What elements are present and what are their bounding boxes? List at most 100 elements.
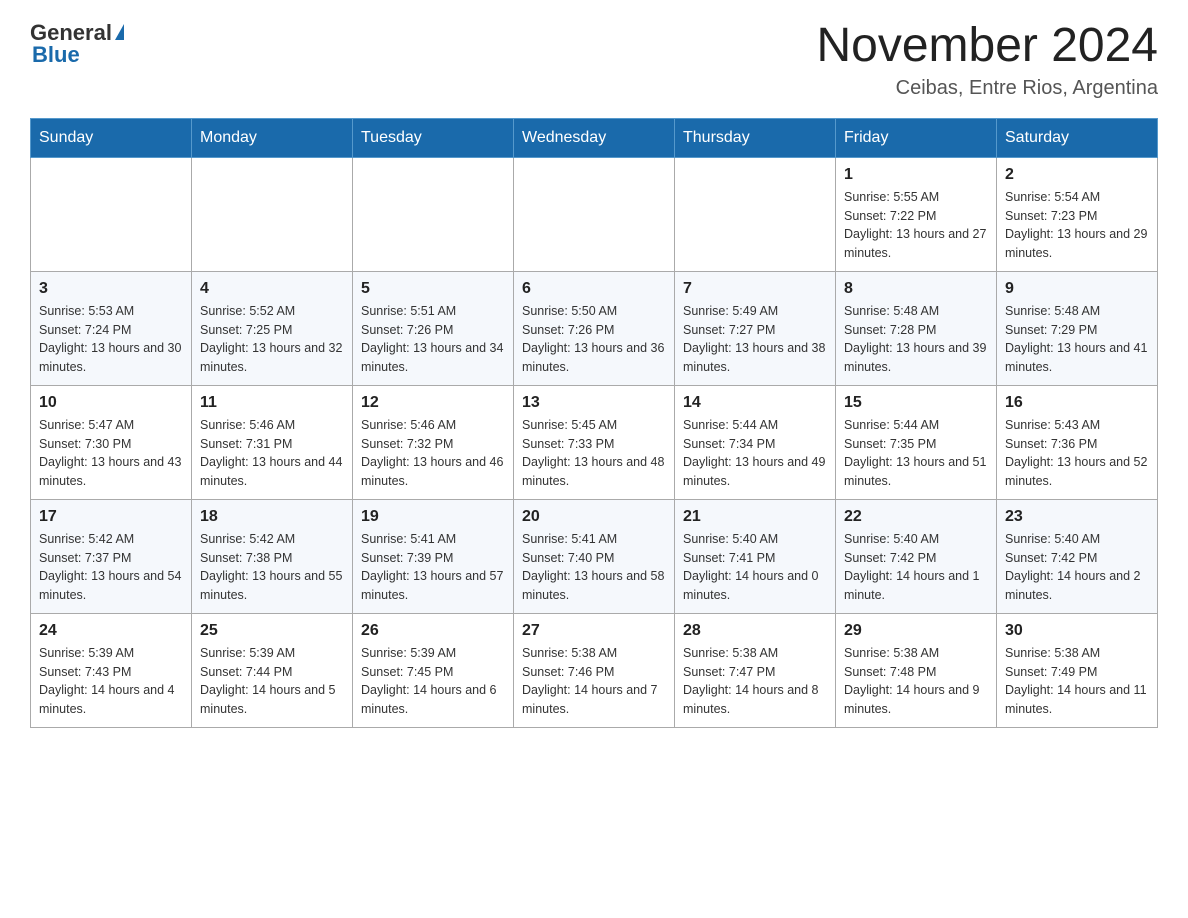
day-info: Sunrise: 5:42 AMSunset: 7:37 PMDaylight:… xyxy=(39,530,183,605)
day-info: Sunrise: 5:41 AMSunset: 7:39 PMDaylight:… xyxy=(361,530,505,605)
day-number: 8 xyxy=(844,280,988,298)
day-info: Sunrise: 5:51 AMSunset: 7:26 PMDaylight:… xyxy=(361,302,505,377)
day-number: 16 xyxy=(1005,394,1149,412)
calendar-cell xyxy=(514,157,675,271)
calendar-week-row: 24 Sunrise: 5:39 AMSunset: 7:43 PMDayligh… xyxy=(31,613,1158,727)
day-number: 22 xyxy=(844,508,988,526)
calendar-cell xyxy=(353,157,514,271)
day-number: 23 xyxy=(1005,508,1149,526)
day-info: Sunrise: 5:40 AMSunset: 7:41 PMDaylight:… xyxy=(683,530,827,605)
location-title: Ceibas, Entre Rios, Argentina xyxy=(816,77,1158,100)
day-number: 12 xyxy=(361,394,505,412)
day-info: Sunrise: 5:40 AMSunset: 7:42 PMDaylight:… xyxy=(1005,530,1149,605)
day-number: 27 xyxy=(522,622,666,640)
calendar-cell: 14 Sunrise: 5:44 AMSunset: 7:34 PMDayligh… xyxy=(675,385,836,499)
calendar-cell: 13Sunrise: 5:45 AMSunset: 7:33 PMDayligh… xyxy=(514,385,675,499)
day-number: 30 xyxy=(1005,622,1149,640)
day-number: 9 xyxy=(1005,280,1149,298)
weekday-header-saturday: Saturday xyxy=(997,118,1158,157)
calendar-cell: 18Sunrise: 5:42 AMSunset: 7:38 PMDayligh… xyxy=(192,499,353,613)
day-info: Sunrise: 5:48 AMSunset: 7:28 PMDaylight:… xyxy=(844,302,988,377)
weekday-header-monday: Monday xyxy=(192,118,353,157)
day-number: 6 xyxy=(522,280,666,298)
logo-blue: Blue xyxy=(32,42,80,68)
weekday-header-sunday: Sunday xyxy=(31,118,192,157)
calendar-cell: 1 Sunrise: 5:55 AMSunset: 7:22 PMDaylight… xyxy=(836,157,997,271)
day-info: Sunrise: 5:52 AMSunset: 7:25 PMDaylight:… xyxy=(200,302,344,377)
calendar-cell: 22 Sunrise: 5:40 AMSunset: 7:42 PMDayligh… xyxy=(836,499,997,613)
day-info: Sunrise: 5:38 AMSunset: 7:46 PMDaylight:… xyxy=(522,644,666,719)
calendar-week-row: 3Sunrise: 5:53 AMSunset: 7:24 PMDaylight… xyxy=(31,271,1158,385)
calendar-cell: 28 Sunrise: 5:38 AMSunset: 7:47 PMDayligh… xyxy=(675,613,836,727)
day-number: 24 xyxy=(39,622,183,640)
day-info: Sunrise: 5:48 AMSunset: 7:29 PMDaylight:… xyxy=(1005,302,1149,377)
day-info: Sunrise: 5:44 AMSunset: 7:34 PMDaylight:… xyxy=(683,416,827,491)
day-number: 19 xyxy=(361,508,505,526)
calendar-header-row: SundayMondayTuesdayWednesdayThursdayFrid… xyxy=(31,118,1158,157)
calendar-week-row: 1 Sunrise: 5:55 AMSunset: 7:22 PMDaylight… xyxy=(31,157,1158,271)
calendar-cell: 5Sunrise: 5:51 AMSunset: 7:26 PMDaylight… xyxy=(353,271,514,385)
calendar-cell: 6Sunrise: 5:50 AMSunset: 7:26 PMDaylight… xyxy=(514,271,675,385)
day-info: Sunrise: 5:46 AMSunset: 7:32 PMDaylight:… xyxy=(361,416,505,491)
calendar-cell: 19 Sunrise: 5:41 AMSunset: 7:39 PMDayligh… xyxy=(353,499,514,613)
calendar-cell: 8 Sunrise: 5:48 AMSunset: 7:28 PMDaylight… xyxy=(836,271,997,385)
day-info: Sunrise: 5:55 AMSunset: 7:22 PMDaylight:… xyxy=(844,188,988,263)
day-number: 26 xyxy=(361,622,505,640)
day-number: 17 xyxy=(39,508,183,526)
day-info: Sunrise: 5:53 AMSunset: 7:24 PMDaylight:… xyxy=(39,302,183,377)
day-info: Sunrise: 5:39 AMSunset: 7:44 PMDaylight:… xyxy=(200,644,344,719)
calendar-week-row: 10 Sunrise: 5:47 AMSunset: 7:30 PMDayligh… xyxy=(31,385,1158,499)
calendar-cell: 15Sunrise: 5:44 AMSunset: 7:35 PMDayligh… xyxy=(836,385,997,499)
day-number: 10 xyxy=(39,394,183,412)
calendar-cell: 7Sunrise: 5:49 AMSunset: 7:27 PMDaylight… xyxy=(675,271,836,385)
day-info: Sunrise: 5:43 AMSunset: 7:36 PMDaylight:… xyxy=(1005,416,1149,491)
weekday-header-wednesday: Wednesday xyxy=(514,118,675,157)
title-section: November 2024 Ceibas, Entre Rios, Argent… xyxy=(816,20,1158,100)
calendar-cell: 3Sunrise: 5:53 AMSunset: 7:24 PMDaylight… xyxy=(31,271,192,385)
day-info: Sunrise: 5:39 AMSunset: 7:43 PMDaylight:… xyxy=(39,644,183,719)
logo: General Blue xyxy=(30,20,124,68)
day-number: 13 xyxy=(522,394,666,412)
day-number: 20 xyxy=(522,508,666,526)
month-title: November 2024 xyxy=(816,20,1158,73)
weekday-header-tuesday: Tuesday xyxy=(353,118,514,157)
day-number: 18 xyxy=(200,508,344,526)
calendar-cell: 10 Sunrise: 5:47 AMSunset: 7:30 PMDayligh… xyxy=(31,385,192,499)
day-info: Sunrise: 5:44 AMSunset: 7:35 PMDaylight:… xyxy=(844,416,988,491)
day-info: Sunrise: 5:49 AMSunset: 7:27 PMDaylight:… xyxy=(683,302,827,377)
calendar-cell: 11 Sunrise: 5:46 AMSunset: 7:31 PMDayligh… xyxy=(192,385,353,499)
calendar-cell: 21 Sunrise: 5:40 AMSunset: 7:41 PMDayligh… xyxy=(675,499,836,613)
calendar-cell: 2 Sunrise: 5:54 AMSunset: 7:23 PMDaylight… xyxy=(997,157,1158,271)
calendar-cell xyxy=(192,157,353,271)
day-info: Sunrise: 5:40 AMSunset: 7:42 PMDaylight:… xyxy=(844,530,988,605)
day-info: Sunrise: 5:39 AMSunset: 7:45 PMDaylight:… xyxy=(361,644,505,719)
calendar-cell xyxy=(675,157,836,271)
day-number: 28 xyxy=(683,622,827,640)
calendar-cell: 30 Sunrise: 5:38 AMSunset: 7:49 PMDayligh… xyxy=(997,613,1158,727)
day-info: Sunrise: 5:54 AMSunset: 7:23 PMDaylight:… xyxy=(1005,188,1149,263)
calendar-cell: 23 Sunrise: 5:40 AMSunset: 7:42 PMDayligh… xyxy=(997,499,1158,613)
day-number: 14 xyxy=(683,394,827,412)
day-info: Sunrise: 5:38 AMSunset: 7:49 PMDaylight:… xyxy=(1005,644,1149,719)
calendar-cell: 25 Sunrise: 5:39 AMSunset: 7:44 PMDayligh… xyxy=(192,613,353,727)
day-info: Sunrise: 5:38 AMSunset: 7:47 PMDaylight:… xyxy=(683,644,827,719)
calendar-cell: 4Sunrise: 5:52 AMSunset: 7:25 PMDaylight… xyxy=(192,271,353,385)
calendar-cell: 27 Sunrise: 5:38 AMSunset: 7:46 PMDayligh… xyxy=(514,613,675,727)
calendar-cell: 9 Sunrise: 5:48 AMSunset: 7:29 PMDaylight… xyxy=(997,271,1158,385)
day-number: 11 xyxy=(200,394,344,412)
day-number: 29 xyxy=(844,622,988,640)
day-number: 21 xyxy=(683,508,827,526)
calendar-cell: 29Sunrise: 5:38 AMSunset: 7:48 PMDayligh… xyxy=(836,613,997,727)
calendar-cell: 16 Sunrise: 5:43 AMSunset: 7:36 PMDayligh… xyxy=(997,385,1158,499)
day-info: Sunrise: 5:46 AMSunset: 7:31 PMDaylight:… xyxy=(200,416,344,491)
calendar-cell: 26 Sunrise: 5:39 AMSunset: 7:45 PMDayligh… xyxy=(353,613,514,727)
day-number: 2 xyxy=(1005,166,1149,184)
page-header: General Blue November 2024 Ceibas, Entre… xyxy=(30,20,1158,100)
day-number: 25 xyxy=(200,622,344,640)
calendar-cell: 17 Sunrise: 5:42 AMSunset: 7:37 PMDayligh… xyxy=(31,499,192,613)
day-info: Sunrise: 5:47 AMSunset: 7:30 PMDaylight:… xyxy=(39,416,183,491)
logo-arrow-icon xyxy=(115,24,124,40)
calendar-cell: 12 Sunrise: 5:46 AMSunset: 7:32 PMDayligh… xyxy=(353,385,514,499)
day-number: 1 xyxy=(844,166,988,184)
weekday-header-friday: Friday xyxy=(836,118,997,157)
